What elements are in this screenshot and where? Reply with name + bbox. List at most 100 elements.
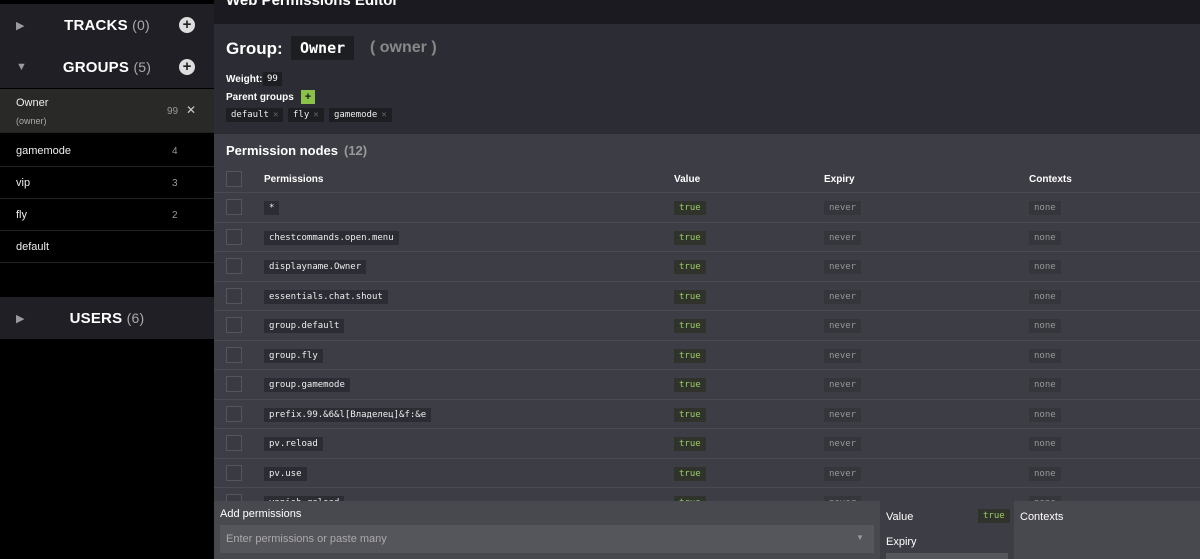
permission-row[interactable]: * true never none [214,192,1200,222]
permission-contexts[interactable]: none [1029,437,1061,451]
select-all-checkbox[interactable] [226,171,242,187]
permission-contexts[interactable]: none [1029,289,1061,304]
permission-name[interactable]: prefix.99.&6&l[Владелец]&f:&e [264,407,432,422]
group-id: (owner) [16,116,47,126]
permission-value[interactable]: true [674,437,706,451]
permission-expiry[interactable]: never [824,437,862,451]
column-header-value[interactable]: Value [674,174,700,185]
value-toggle[interactable]: true [978,509,1010,523]
permission-name[interactable]: essentials.chat.shout [264,289,388,304]
chevron-down-icon[interactable]: ▼ [856,533,864,542]
row-checkbox[interactable] [226,317,242,333]
permission-row[interactable]: prefix.99.&6&l[Владелец]&f:&e true never no… [214,398,1200,429]
permission-row[interactable]: chestcommands.open.menu true never none [214,221,1200,252]
close-icon[interactable]: ✕ [313,110,318,120]
expiry-field[interactable] [886,553,1008,559]
header-bar: Web Permissions Editor [214,0,1200,24]
permission-name[interactable]: group.fly [264,348,323,363]
add-track-icon[interactable]: + [179,17,195,33]
permission-contexts[interactable]: none [1029,230,1061,245]
row-checkbox[interactable] [226,258,242,274]
row-checkbox[interactable] [226,346,242,363]
sidebar: ▶ TRACKS (0) + ▼ GROUPS (5) + Owner (own… [0,0,214,559]
permission-contexts[interactable]: none [1029,201,1061,215]
permission-value[interactable]: true [674,466,706,481]
parent-chip-default[interactable]: default ✕ [226,108,284,122]
permission-row[interactable]: vanish.reloadtruenevernone [214,487,1200,501]
permission-row[interactable]: group.fly true never none [214,339,1200,370]
parent-chip-fly[interactable]: fly ✕ [288,108,324,122]
row-checkbox[interactable] [226,287,242,304]
group-item-owner[interactable]: Owner (owner) 99 ✕ [0,89,214,133]
row-checkbox[interactable] [226,228,242,245]
permission-value[interactable]: true [674,201,706,215]
permission-name[interactable]: chestcommands.open.menu [264,230,399,245]
chevron-down-icon[interactable]: ▼ [16,61,27,73]
permission-contexts[interactable]: none [1029,378,1061,392]
row-checkbox[interactable] [226,199,242,215]
permission-expiry[interactable]: never [824,230,862,245]
permission-value[interactable]: true [674,348,706,363]
permission-name[interactable]: pv.use [264,466,307,481]
permission-row[interactable]: displayname.Owner true never none [214,251,1200,281]
row-checkbox[interactable] [226,435,242,451]
group-item-fly[interactable]: fly 2 [0,199,214,231]
row-checkbox[interactable] [226,494,242,501]
close-icon[interactable]: ✕ [273,110,278,120]
permission-row[interactable]: essentials.chat.shout true never none [214,280,1200,311]
permission-row[interactable]: pv.use true never none [214,457,1200,488]
permission-value[interactable]: true [674,319,706,333]
chevron-right-icon[interactable]: ▶ [16,19,24,32]
row-checkbox[interactable] [226,464,242,481]
permission-contexts[interactable]: none [1029,407,1061,422]
add-parent-icon[interactable]: + [301,90,315,104]
tracks-title: TRACKS [64,16,128,34]
permission-row[interactable]: group.gamemode true never none [214,369,1200,399]
permission-name[interactable]: * [264,201,280,215]
permission-contexts[interactable]: none [1029,319,1061,333]
permission-expiry[interactable]: never [824,289,862,304]
permission-value[interactable]: true [674,289,706,304]
permission-contexts[interactable]: none [1029,260,1061,274]
close-icon[interactable]: ✕ [381,110,386,120]
parent-chip-gamemode[interactable]: gamemode ✕ [329,108,392,122]
weight-value[interactable]: 99 [263,72,282,86]
permission-value[interactable]: true [674,260,706,274]
permission-name[interactable]: displayname.Owner [264,260,367,274]
permission-value[interactable]: true [674,407,706,422]
permission-expiry[interactable]: never [824,260,862,274]
group-item-gamemode[interactable]: gamemode 4 [0,135,214,167]
group-item-default[interactable]: default [0,231,214,263]
permission-expiry[interactable]: never [824,378,862,392]
permission-name[interactable]: pv.reload [264,437,323,451]
group-item-vip[interactable]: vip 3 [0,167,214,199]
permission-expiry[interactable]: never [824,407,862,422]
chevron-right-icon[interactable]: ▶ [16,312,24,325]
permission-expiry[interactable]: never [824,319,862,333]
permission-row[interactable]: pv.reload true never none [214,428,1200,458]
permission-contexts[interactable]: none [1029,348,1061,363]
row-checkbox[interactable] [226,405,242,422]
group-label: Group: [226,39,283,58]
permission-expiry[interactable]: never [824,466,862,481]
column-header-contexts[interactable]: Contexts [1029,174,1072,185]
permission-row[interactable]: group.default true never none [214,310,1200,340]
column-header-expiry[interactable]: Expiry [824,174,855,185]
groups-section-header[interactable]: ▼ GROUPS (5) + [0,46,214,88]
permission-name[interactable]: group.default [264,319,345,333]
close-icon[interactable]: ✕ [186,103,196,117]
column-header-permissions[interactable]: Permissions [264,174,323,185]
permission-expiry[interactable]: never [824,348,862,363]
row-checkbox[interactable] [226,376,242,392]
tracks-section-header[interactable]: ▶ TRACKS (0) + [0,4,214,46]
permission-contexts[interactable]: none [1029,466,1061,481]
users-section-header[interactable]: ▶ USERS (6) [0,297,214,339]
permission-name[interactable]: group.gamemode [264,378,350,392]
permissions-input[interactable] [220,525,874,553]
permission-value[interactable]: true [674,378,706,392]
permission-value[interactable]: true [674,230,706,245]
main-panel: Web Permissions Editor Group: Owner ( ow… [214,0,1200,559]
add-group-icon[interactable]: + [179,59,195,75]
users-title: USERS [69,309,123,327]
permission-expiry[interactable]: never [824,201,862,215]
